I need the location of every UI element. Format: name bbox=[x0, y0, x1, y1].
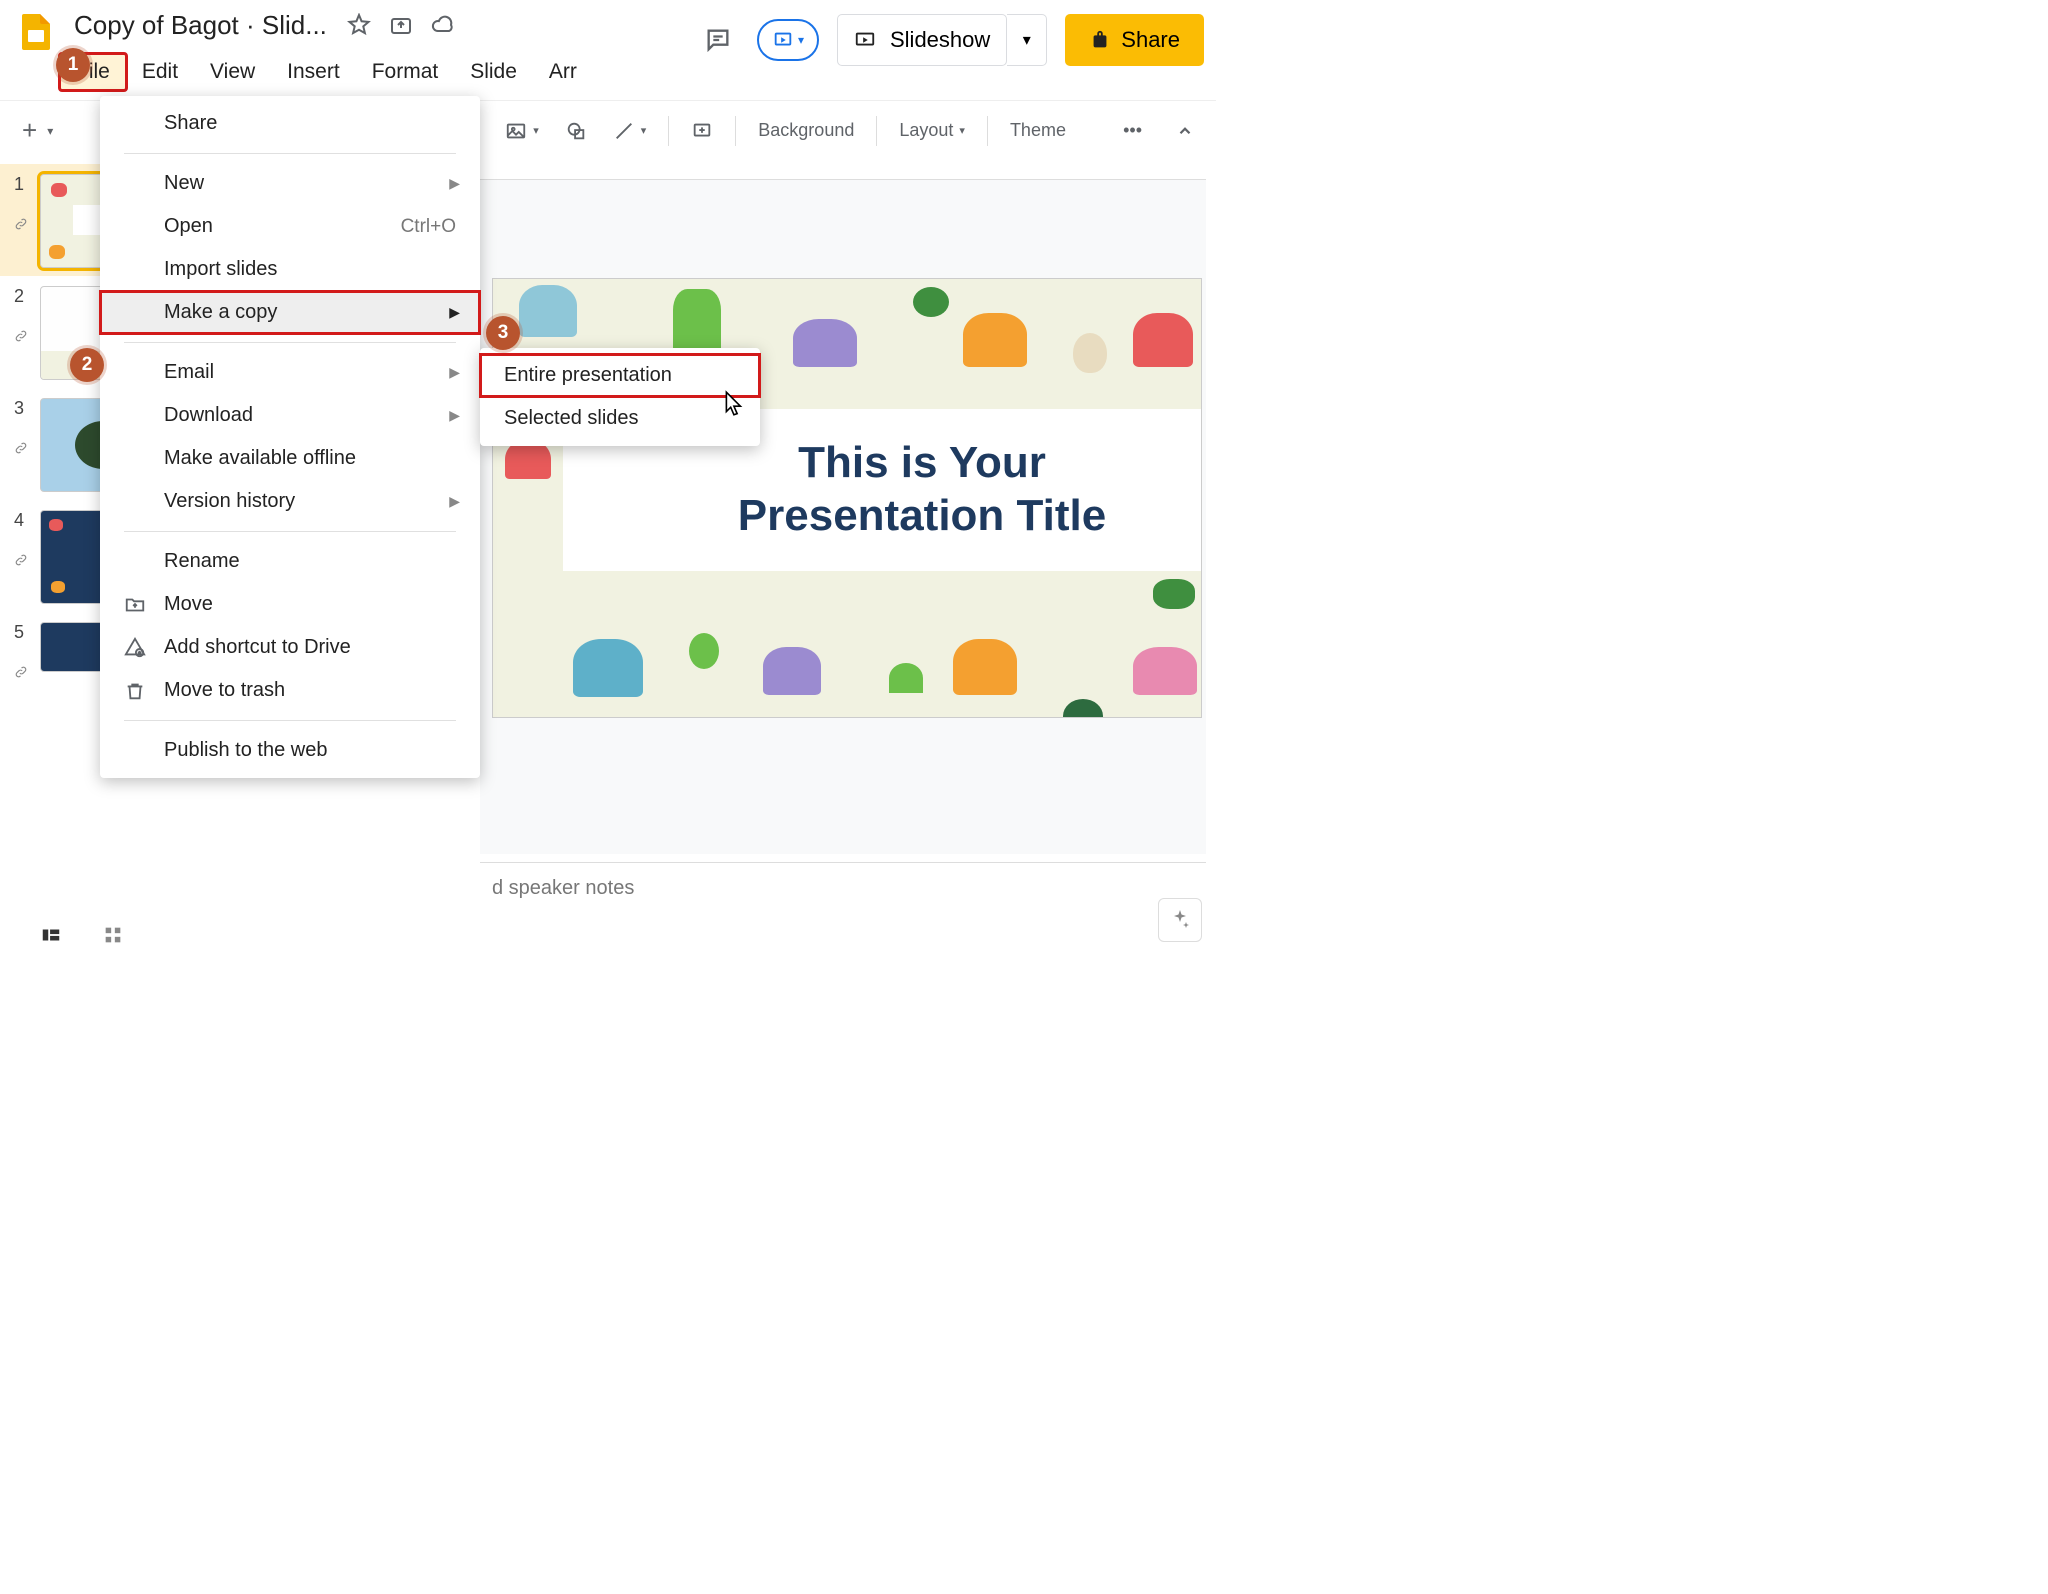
menu-email[interactable]: Email▶ bbox=[100, 351, 480, 394]
menu-format[interactable]: Format bbox=[356, 54, 455, 90]
grass-icon bbox=[889, 663, 923, 693]
menu-view[interactable]: View bbox=[194, 54, 271, 90]
dino-icon bbox=[793, 319, 857, 367]
menu-move[interactable]: Move bbox=[100, 583, 480, 626]
menu-move-to-trash[interactable]: Move to trash bbox=[100, 669, 480, 712]
menu-rename[interactable]: Rename bbox=[100, 540, 480, 583]
menu-version-history[interactable]: Version history▶ bbox=[100, 480, 480, 523]
share-label: Share bbox=[1121, 27, 1180, 53]
background-button[interactable]: Background bbox=[748, 114, 864, 147]
submenu-entire-presentation[interactable]: Entire presentation bbox=[480, 354, 760, 397]
menu-download[interactable]: Download▶ bbox=[100, 394, 480, 437]
link-icon bbox=[14, 441, 28, 455]
dino-icon bbox=[763, 647, 821, 695]
dino-icon bbox=[573, 639, 643, 697]
speaker-notes[interactable]: d speaker notes bbox=[480, 862, 1206, 914]
slide-canvas: This is Your Presentation Title bbox=[480, 168, 1206, 854]
menu-new[interactable]: New▶ bbox=[100, 162, 480, 205]
dino-icon bbox=[953, 639, 1017, 695]
dino-icon bbox=[963, 313, 1027, 367]
link-icon bbox=[14, 665, 28, 679]
image-tool[interactable]: ▾ bbox=[495, 114, 549, 148]
comment-tool[interactable] bbox=[681, 114, 723, 148]
new-slide-button[interactable]: +▾ bbox=[12, 109, 63, 152]
star-icon[interactable] bbox=[347, 13, 371, 37]
slide[interactable]: This is Your Presentation Title bbox=[492, 278, 1202, 718]
menu-slide[interactable]: Slide bbox=[454, 54, 533, 90]
line-tool[interactable]: ▾ bbox=[603, 114, 657, 148]
menu-edit[interactable]: Edit bbox=[126, 54, 194, 90]
menu-make-a-copy[interactable]: Make a copy▶ bbox=[100, 291, 480, 334]
theme-button[interactable]: Theme bbox=[1000, 114, 1076, 147]
more-tools-icon[interactable]: ••• bbox=[1113, 114, 1152, 147]
menu-open[interactable]: OpenCtrl+O bbox=[100, 205, 480, 248]
link-icon bbox=[14, 217, 28, 231]
slides-logo-icon bbox=[16, 12, 56, 52]
cloud-icon[interactable] bbox=[431, 13, 455, 37]
dino-icon bbox=[519, 285, 577, 337]
menu-insert[interactable]: Insert bbox=[271, 54, 356, 90]
callout-2: 2 bbox=[70, 348, 104, 382]
comments-icon[interactable] bbox=[697, 19, 739, 61]
make-copy-submenu: Entire presentation Selected slides bbox=[480, 348, 760, 446]
leaf-icon bbox=[689, 633, 719, 669]
grid-icon[interactable] bbox=[102, 924, 124, 946]
menu-share[interactable]: Share bbox=[100, 102, 480, 145]
callout-3: 3 bbox=[486, 316, 520, 350]
slideshow-label: Slideshow bbox=[890, 27, 990, 53]
menu-add-shortcut[interactable]: Add shortcut to Drive bbox=[100, 626, 480, 669]
layout-button[interactable]: Layout▾ bbox=[889, 114, 975, 147]
filmstrip-icon[interactable] bbox=[40, 924, 62, 946]
dino-icon bbox=[1133, 313, 1193, 367]
slideshow-button[interactable]: Slideshow bbox=[837, 14, 1007, 66]
egg-icon bbox=[1073, 333, 1107, 373]
leaf-icon bbox=[1063, 699, 1103, 718]
cursor-icon bbox=[724, 390, 746, 418]
menu-import-slides[interactable]: Import slides bbox=[100, 248, 480, 291]
plant-icon bbox=[1153, 579, 1195, 609]
leaf-icon bbox=[913, 287, 949, 317]
collapse-toolbar-icon[interactable] bbox=[1166, 116, 1204, 146]
menu-arrange[interactable]: Arr bbox=[533, 54, 593, 90]
file-menu-dropdown: Share New▶ OpenCtrl+O Import slides Make… bbox=[100, 96, 480, 778]
share-button[interactable]: Share bbox=[1065, 14, 1204, 66]
header: Copy of Bagot · Slid... File Edit View I… bbox=[0, 0, 1216, 96]
menu-publish[interactable]: Publish to the web bbox=[100, 729, 480, 772]
shape-tool[interactable] bbox=[555, 114, 597, 148]
menubar: File Edit View Insert Format Slide Arr bbox=[60, 54, 588, 90]
document-title[interactable]: Copy of Bagot · Slid... bbox=[68, 8, 333, 43]
slideshow-dropdown[interactable]: ▾ bbox=[1007, 14, 1047, 66]
submenu-selected-slides[interactable]: Selected slides bbox=[480, 397, 760, 440]
dino-icon bbox=[1133, 647, 1197, 695]
callout-1: 1 bbox=[56, 48, 90, 82]
explore-icon[interactable] bbox=[1158, 898, 1202, 942]
link-icon bbox=[14, 329, 28, 343]
bottom-bar bbox=[40, 924, 124, 946]
link-icon bbox=[14, 553, 28, 567]
ruler bbox=[480, 162, 1206, 180]
menu-offline[interactable]: Make available offline bbox=[100, 437, 480, 480]
present-icon[interactable]: ▾ bbox=[757, 19, 819, 61]
move-icon[interactable] bbox=[389, 13, 413, 37]
